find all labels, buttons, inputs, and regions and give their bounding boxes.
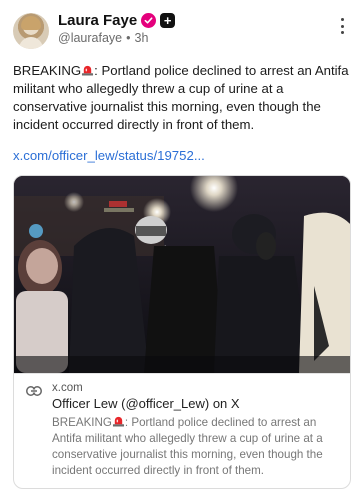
author-row: Laura Faye +: [58, 12, 176, 29]
siren-emoji-icon: [82, 65, 94, 76]
author-meta: @laurafaye • 3h: [58, 31, 148, 45]
link-preview-card[interactable]: x.com Officer Lew (@officer_Lew) on X BR…: [13, 175, 351, 489]
author-handle[interactable]: @laurafaye: [58, 31, 122, 45]
siren-emoji-icon: [112, 416, 124, 427]
verified-badge-icon: [141, 13, 157, 28]
author-name[interactable]: Laura Faye: [58, 12, 137, 29]
card-description: BREAKING: Portland police declined to ar…: [52, 415, 342, 479]
card-title[interactable]: Officer Lew (@officer_Lew) on X: [52, 396, 240, 411]
plus-badge-icon: +: [160, 13, 176, 28]
link-preview-info[interactable]: x.com Officer Lew (@officer_Lew) on X BR…: [14, 373, 350, 488]
post-time[interactable]: 3h: [135, 31, 149, 45]
more-options-icon[interactable]: [334, 18, 350, 34]
post-text-breaking: BREAKING: [13, 63, 82, 78]
post-link[interactable]: x.com/officer_lew/status/19752...: [13, 148, 205, 163]
card-desc-breaking: BREAKING: [52, 416, 112, 429]
meta-separator: •: [126, 31, 131, 45]
card-domain: x.com: [52, 382, 83, 394]
post-header: Laura Faye + @laurafaye • 3h: [0, 0, 364, 58]
link-chain-icon: [26, 386, 42, 396]
post-text: BREAKING: Portland police declined to ar…: [13, 62, 353, 134]
avatar[interactable]: [13, 13, 49, 49]
preview-image[interactable]: [14, 176, 350, 373]
